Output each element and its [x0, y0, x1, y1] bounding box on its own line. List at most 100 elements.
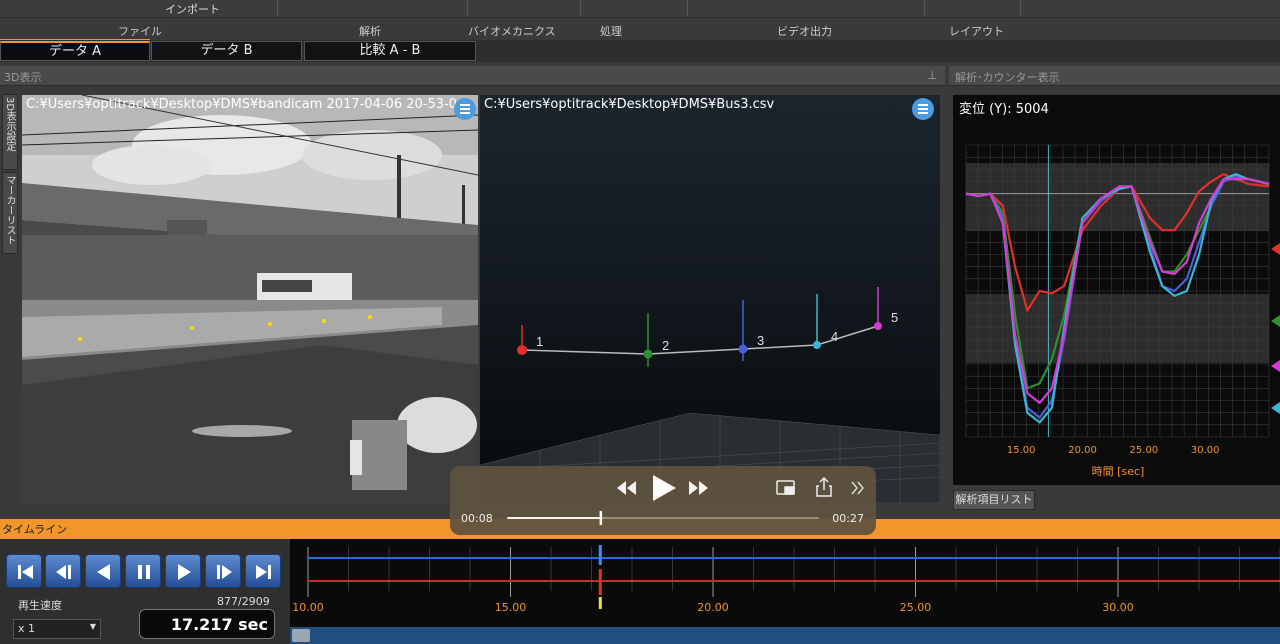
- tab-data-a[interactable]: データ A: [0, 41, 150, 61]
- marker-3[interactable]: [738, 344, 748, 354]
- analysis-item-list-tab[interactable]: 解析項目リスト: [953, 490, 1035, 510]
- panel-3d-title: 3D表示: [4, 71, 42, 84]
- video-menu-icon[interactable]: [454, 98, 476, 120]
- picture-in-picture-icon[interactable]: [776, 480, 795, 495]
- marker-1[interactable]: [517, 345, 527, 355]
- chevron-down-icon: ▼: [89, 622, 96, 631]
- pin-icon[interactable]: ⊥: [927, 69, 937, 82]
- video-frame: [22, 95, 478, 503]
- marker-scene: 1 2 3 4 5: [480, 287, 940, 503]
- x-tick-label: 15.00: [1007, 445, 1036, 456]
- frame-counter: 877/2909: [217, 595, 270, 608]
- step-back-icon: [56, 565, 71, 579]
- timeline-scrollbar-thumb[interactable]: [292, 629, 310, 642]
- analysis-graph[interactable]: 変位 (Y): 5004 15.00 20.00 25.00 30.00 時間 [se…: [953, 95, 1280, 485]
- divider: [1020, 0, 1021, 16]
- cyan-series-marker-icon[interactable]: [1271, 402, 1280, 414]
- menu-processing[interactable]: 処理: [600, 23, 622, 39]
- marker-label-1: 1: [536, 334, 543, 349]
- step-forward-button[interactable]: [205, 554, 241, 588]
- player-current-time: 00:08: [461, 512, 493, 525]
- divider: [467, 0, 468, 16]
- tab-data-b[interactable]: データ B: [151, 41, 302, 61]
- timeline-scrollbar[interactable]: [290, 627, 1280, 644]
- timeline-canvas: 10.00 15.00 20.00 25.00 30.00: [290, 545, 1280, 644]
- menu-file[interactable]: ファイル: [118, 23, 162, 39]
- tab-compare-a-b[interactable]: 比較 A - B: [304, 41, 476, 61]
- scrubber-thumb[interactable]: [599, 511, 603, 525]
- fast-forward-icon[interactable]: [689, 481, 708, 495]
- red-series-marker-icon[interactable]: [1271, 243, 1280, 255]
- side-tabs: 3D表示設定 マーカーリスト: [0, 86, 20, 506]
- menu-layout[interactable]: レイアウト: [949, 23, 1004, 39]
- x-tick-label: 25.00: [1130, 445, 1159, 456]
- menu-analysis[interactable]: 解析: [359, 23, 381, 39]
- marker-label-5: 5: [891, 310, 898, 325]
- marker-5[interactable]: [874, 322, 882, 330]
- data-tabs: データ A データ B 比較 A - B: [0, 40, 1280, 62]
- pause-button[interactable]: [125, 554, 161, 588]
- marker-label-2: 2: [662, 338, 669, 353]
- top-bar: インポート: [0, 0, 1280, 18]
- divider: [580, 0, 581, 16]
- displacement-value: 5004: [1015, 102, 1049, 117]
- view-menu-icon[interactable]: [912, 98, 934, 120]
- current-time-display: 17.217 sec: [139, 609, 275, 639]
- displacement-readout: 変位 (Y): 5004: [959, 98, 1049, 117]
- scrubber-progress: [507, 517, 601, 519]
- timeline-title: タイムライン: [2, 523, 68, 536]
- marker-3d-view[interactable]: 1 2 3 4 5 C:¥Users¥optitrack¥Desktop¥DMS…: [480, 95, 940, 503]
- csv-file-path: C:¥Users¥optitrack¥Desktop¥DMS¥Bus3.csv: [484, 97, 775, 112]
- more-chevron-icon[interactable]: [851, 481, 864, 495]
- playback-controls: 再生速度 877/2909 x 1 ▼ 17.217 sec: [0, 539, 290, 644]
- analysis-panel-header: 解析･カウンター表示: [949, 66, 1280, 86]
- pause-icon: [138, 565, 150, 579]
- green-series-marker-icon[interactable]: [1271, 315, 1280, 327]
- marker-2[interactable]: [643, 349, 653, 359]
- timeline-tick-label: 15.00: [495, 601, 527, 614]
- displacement-chart: 15.00 20.00 25.00 30.00 時間 [sec]: [965, 144, 1280, 478]
- reverse-play-button[interactable]: [85, 554, 121, 588]
- video-player-overlay: 00:08 00:27: [450, 466, 876, 535]
- magenta-series-marker-icon[interactable]: [1271, 360, 1280, 372]
- timeline-cursor[interactable]: [598, 545, 602, 609]
- menu-bar: ファイル 解析 バイオメカニクス 処理 ビデオ出力 レイアウト: [0, 19, 1280, 41]
- player-total-time: 00:27: [832, 512, 864, 525]
- playback-speed-label: 再生速度: [18, 599, 62, 612]
- playback-speed-select[interactable]: x 1 ▼: [13, 619, 101, 639]
- menu-biomechanics[interactable]: バイオメカニクス: [468, 23, 556, 39]
- skip-start-icon: [18, 565, 33, 579]
- x-tick-label: 30.00: [1191, 445, 1220, 456]
- marker-label-3: 3: [757, 333, 764, 348]
- menu-video-output[interactable]: ビデオ出力: [777, 23, 832, 39]
- x-tick-label: 20.00: [1068, 445, 1097, 456]
- skip-end-icon: [256, 565, 271, 579]
- reverse-play-icon: [97, 564, 110, 580]
- side-tab-3d-settings[interactable]: 3D表示設定: [2, 94, 18, 170]
- timeline-tick-label: 30.00: [1102, 601, 1134, 614]
- player-scrubber[interactable]: [505, 511, 821, 525]
- analysis-panel-title: 解析･カウンター表示: [955, 71, 1060, 84]
- step-back-button[interactable]: [45, 554, 81, 588]
- rewind-icon[interactable]: [617, 481, 636, 495]
- divider: [277, 0, 278, 16]
- play-icon: [178, 564, 191, 580]
- timeline-track[interactable]: 10.00 15.00 20.00 25.00 30.00: [290, 539, 1280, 644]
- jump-to-end-button[interactable]: [245, 554, 281, 588]
- step-forward-icon: [217, 565, 232, 579]
- timeline-tick-label: 25.00: [900, 601, 932, 614]
- panel-3d-header: 3D表示 ⊥: [0, 66, 945, 86]
- player-controls: [617, 475, 864, 501]
- side-tab-marker-list[interactable]: マーカーリスト: [2, 172, 18, 254]
- video-file-path: C:¥Users¥optitrack¥Desktop¥DMS¥bandicam …: [26, 97, 457, 112]
- play-icon[interactable]: [653, 475, 676, 501]
- jump-to-start-button[interactable]: [6, 554, 42, 588]
- play-button[interactable]: [165, 554, 201, 588]
- marker-4[interactable]: [813, 341, 821, 349]
- marker-label-4: 4: [831, 329, 838, 344]
- divider: [687, 0, 688, 16]
- video-view[interactable]: C:¥Users¥optitrack¥Desktop¥DMS¥bandicam …: [22, 95, 478, 503]
- share-icon[interactable]: [816, 476, 832, 497]
- import-button[interactable]: インポート: [165, 1, 220, 17]
- x-axis-label: 時間 [sec]: [1092, 465, 1145, 478]
